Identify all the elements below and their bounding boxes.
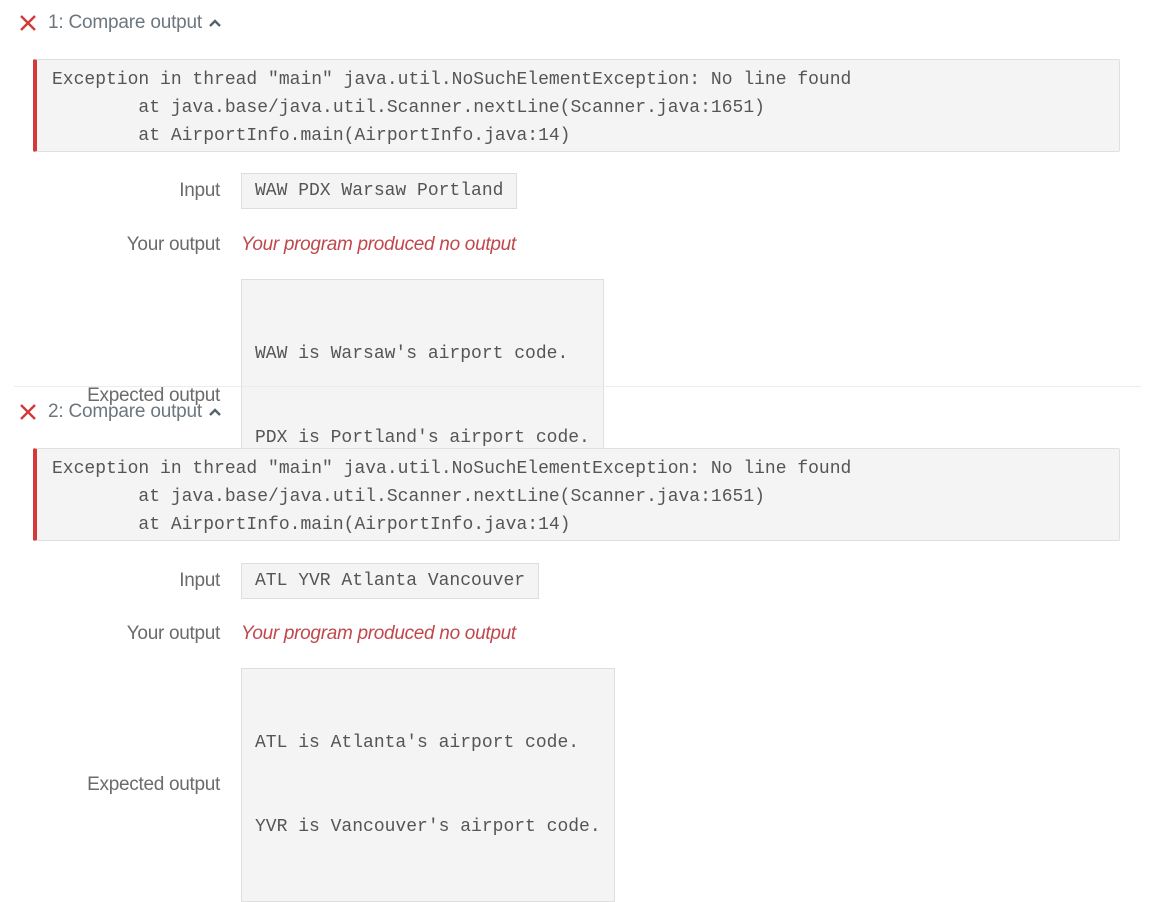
x-icon	[20, 15, 36, 31]
test-case-2: 2: Compare output Exception in thread "m…	[0, 389, 1165, 902]
input-label: Input	[179, 180, 220, 201]
expected-output-label: Expected output	[87, 774, 220, 795]
error-line: at java.base/java.util.Scanner.nextLine(…	[52, 487, 765, 507]
your-output-value: Your program produced no output	[241, 234, 516, 255]
expected-output-row: Expected output ATL is Atlanta's airport…	[0, 668, 615, 902]
your-output-label: Your output	[126, 623, 221, 644]
error-output: Exception in thread "main" java.util.NoS…	[33, 448, 1120, 541]
input-value: ATL YVR Atlanta Vancouver	[241, 563, 540, 599]
input-row: Input WAW PDX Warsaw Portland	[0, 173, 518, 209]
input-row: Input ATL YVR Atlanta Vancouver	[0, 563, 540, 599]
input-value: WAW PDX Warsaw Portland	[241, 173, 518, 209]
error-line: Exception in thread "main" java.util.NoS…	[52, 459, 852, 479]
expected-line: WAW is Warsaw's airport code.	[255, 344, 569, 364]
your-output-value: Your program produced no output	[241, 623, 516, 644]
test-header[interactable]: 1: Compare output	[0, 11, 222, 35]
expected-output-value: ATL is Atlanta's airport code. YVR is Va…	[241, 668, 615, 902]
input-text: ATL YVR Atlanta Vancouver	[255, 571, 526, 591]
your-output-row: Your output Your program produced no out…	[0, 234, 516, 256]
input-label: Input	[179, 570, 220, 591]
expected-line: YVR is Vancouver's airport code.	[255, 817, 601, 837]
error-line: at AirportInfo.main(AirportInfo.java:14)	[52, 515, 571, 535]
test-title: 1: Compare output	[48, 12, 202, 33]
test-case-1: 1: Compare output Exception in thread "m…	[0, 0, 1165, 513]
error-output: Exception in thread "main" java.util.NoS…	[33, 59, 1120, 152]
error-line: Exception in thread "main" java.util.NoS…	[52, 70, 852, 90]
divider	[14, 386, 1141, 387]
chevron-up-icon[interactable]	[208, 405, 222, 419]
test-title: 2: Compare output	[48, 401, 202, 422]
your-output-row: Your output Your program produced no out…	[0, 623, 516, 645]
x-icon	[20, 404, 36, 420]
input-text: WAW PDX Warsaw Portland	[255, 181, 504, 201]
your-output-label: Your output	[126, 234, 221, 255]
error-line: at java.base/java.util.Scanner.nextLine(…	[52, 98, 765, 118]
error-line: at AirportInfo.main(AirportInfo.java:14)	[52, 126, 571, 146]
test-header[interactable]: 2: Compare output	[0, 400, 222, 424]
expected-line: ATL is Atlanta's airport code.	[255, 733, 580, 753]
chevron-up-icon[interactable]	[208, 16, 222, 30]
